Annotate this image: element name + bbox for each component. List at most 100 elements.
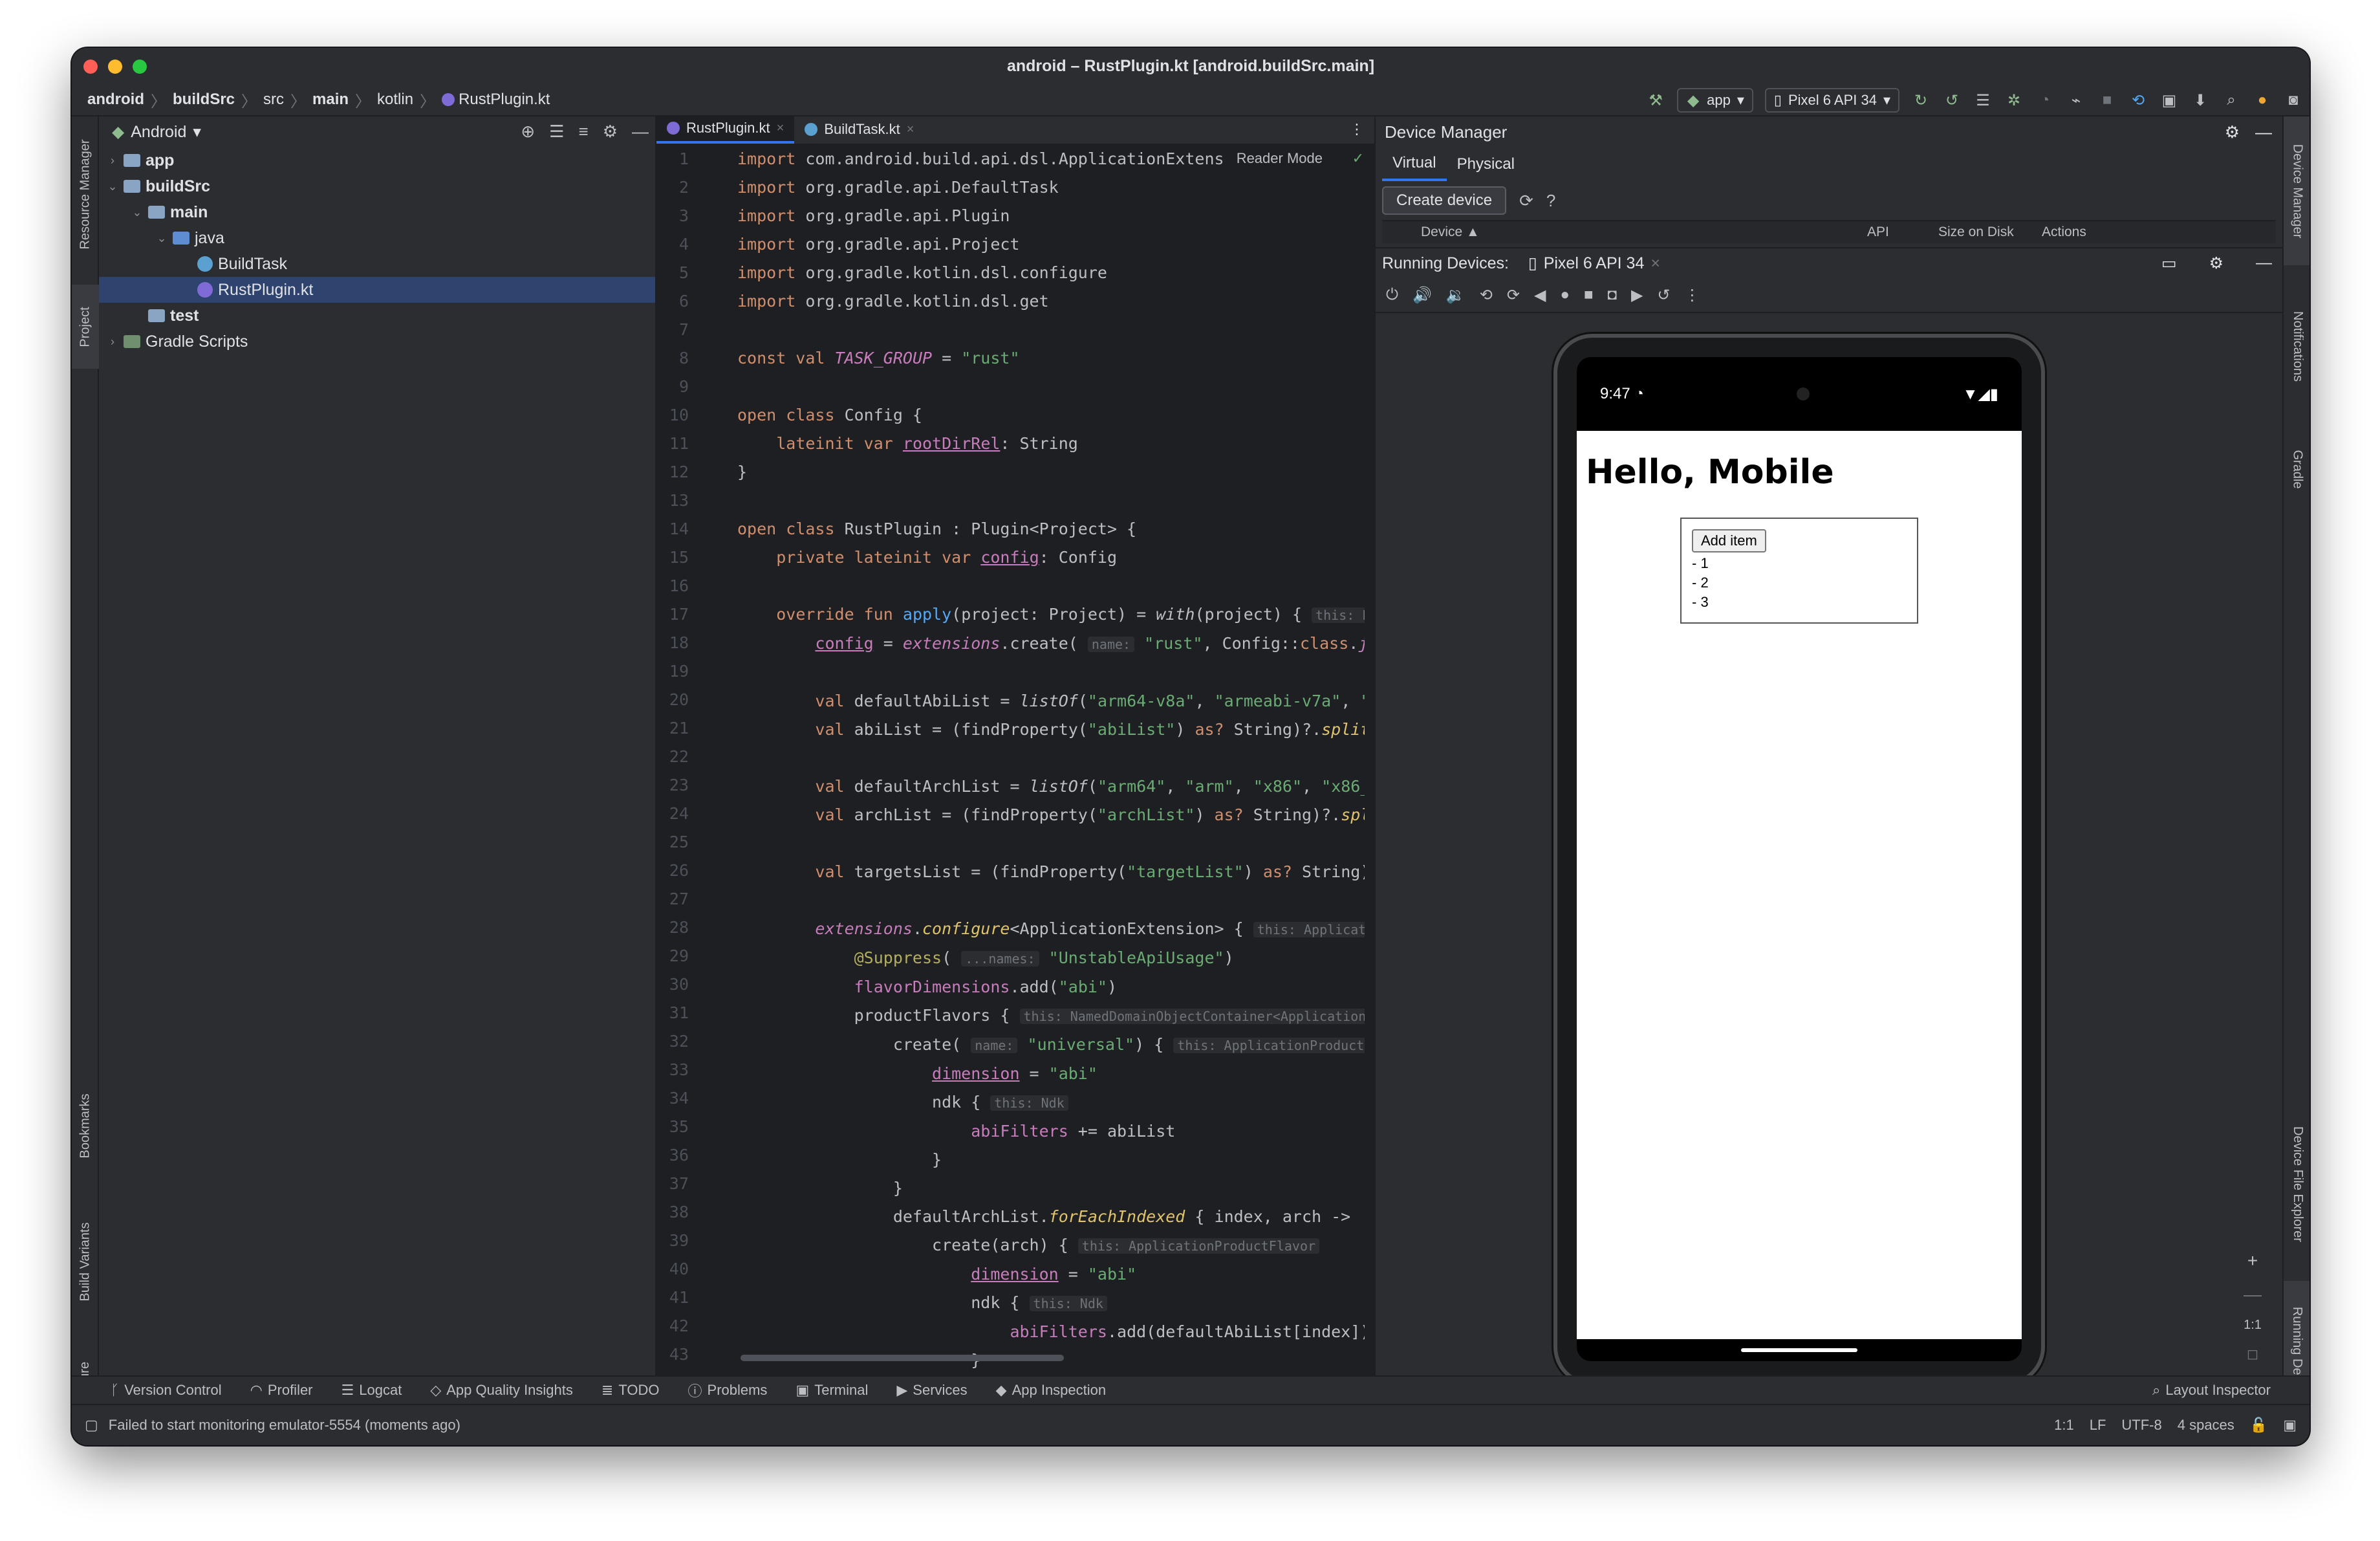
horizontal-scrollbar[interactable] <box>741 1355 1064 1361</box>
build-variants-tab[interactable]: Build Variants <box>72 1197 99 1326</box>
chevron-right-icon[interactable]: › <box>105 154 120 168</box>
tool-services[interactable]: ▶ Services <box>896 1382 967 1399</box>
zoom-actual-button[interactable]: 1:1 <box>2244 1318 2262 1333</box>
profile-icon[interactable]: ◔ <box>2035 91 2055 110</box>
chevron-down-icon[interactable]: ⌄ <box>130 206 144 219</box>
create-device-button[interactable]: Create device <box>1382 186 1507 215</box>
tool-app-inspection[interactable]: ◆ App Inspection <box>996 1382 1106 1399</box>
volume-up-icon[interactable]: 🔊 <box>1412 286 1432 305</box>
rotate-left-icon[interactable]: ⟲ <box>1480 286 1493 305</box>
tree-item-test[interactable]: test <box>99 303 655 329</box>
running-device-tab[interactable]: ▯ Pixel 6 API 34 × <box>1528 254 1660 273</box>
logcat-icon[interactable]: ☰ <box>1973 91 1993 110</box>
project-tab[interactable]: Project <box>72 285 99 369</box>
indent-setting[interactable]: 4 spaces <box>2178 1417 2234 1434</box>
apply-changes-icon[interactable]: ↺ <box>1942 91 1962 110</box>
breadcrumb-item[interactable]: buildSrc <box>173 91 235 109</box>
expand-all-icon[interactable]: ☰ <box>549 122 564 142</box>
tool-version-control[interactable]: ᚴ Version Control <box>111 1382 222 1399</box>
zoom-out-button[interactable]: — <box>2244 1284 2262 1305</box>
zoom-window-button[interactable] <box>133 60 147 74</box>
device-manager-icon[interactable]: ▣ <box>2159 91 2179 110</box>
tool-problems[interactable]: ⓘ Problems <box>688 1380 768 1401</box>
lock-icon[interactable]: 🔓 <box>2250 1417 2267 1434</box>
gear-icon[interactable]: ⚙ <box>603 122 618 142</box>
chevron-right-icon[interactable]: › <box>105 335 120 349</box>
avatar[interactable]: ◙ <box>2284 91 2303 110</box>
tool-terminal[interactable]: ▣ Terminal <box>795 1382 868 1399</box>
help-icon[interactable]: ? <box>1546 191 1555 211</box>
tool-logcat[interactable]: ☰ Logcat <box>341 1382 402 1399</box>
breadcrumb-item[interactable]: android <box>87 91 144 109</box>
tree-item-buildtask[interactable]: BuildTask <box>99 251 655 277</box>
more-icon[interactable]: ⋮ <box>1685 286 1700 305</box>
breadcrumb-item[interactable]: main <box>312 91 349 109</box>
back-icon[interactable]: ◀ <box>1534 286 1546 305</box>
tab-rustplugin[interactable]: RustPlugin.kt × <box>656 115 795 144</box>
breadcrumb-item[interactable]: kotlin <box>377 91 413 109</box>
breadcrumb-item[interactable]: src <box>263 91 284 109</box>
tool-profiler[interactable]: ◠ Profiler <box>250 1382 313 1399</box>
tree-item-rustplugin[interactable]: RustPlugin.kt <box>99 277 655 303</box>
tab-buildtask[interactable]: BuildTask.kt × <box>794 115 924 144</box>
build-hammer-icon[interactable]: ⚒ <box>1646 91 1665 110</box>
debug-bug-icon[interactable]: ✲ <box>2004 91 2024 110</box>
column-size[interactable]: Size on Disk <box>1938 224 2042 240</box>
tool-app-quality-insights[interactable]: ◇ App Quality Insights <box>430 1382 573 1399</box>
hide-icon[interactable]: — <box>2255 122 2272 142</box>
tool-todo[interactable]: ≣ TODO <box>601 1382 660 1399</box>
gesture-nav-bar[interactable] <box>1741 1348 1857 1352</box>
refresh-icon[interactable]: ⟳ <box>1519 191 1533 211</box>
line-separator[interactable]: LF <box>2090 1417 2106 1434</box>
sync-gradle-icon[interactable]: ⟲ <box>2128 91 2148 110</box>
close-window-button[interactable] <box>83 60 98 74</box>
search-icon[interactable]: ⌕ <box>2222 91 2241 110</box>
tab-physical[interactable]: Physical <box>1447 148 1525 181</box>
project-view-selector[interactable]: Android <box>131 123 186 142</box>
power-icon[interactable]: ⏻ <box>1386 286 1398 304</box>
run-config-selector[interactable]: ◆ app ▾ <box>1677 88 1753 113</box>
fit-screen-icon[interactable]: ◻ <box>2247 1346 2258 1362</box>
breadcrumb-item[interactable]: RustPlugin.kt <box>459 91 550 109</box>
attach-debugger-icon[interactable]: ⌁ <box>2066 91 2086 110</box>
collapse-all-icon[interactable]: ≡ <box>579 122 589 142</box>
device-manager-tab[interactable]: Device Manager <box>2284 116 2310 265</box>
add-item-button[interactable]: Add item <box>1692 529 1766 552</box>
window-icon[interactable]: ▭ <box>2161 254 2177 273</box>
gradle-tab[interactable]: Gradle <box>2284 427 2310 511</box>
rotate-right-icon[interactable]: ⟳ <box>1507 286 1520 305</box>
hide-icon[interactable]: — <box>632 122 649 142</box>
snapshot-icon[interactable]: ↺ <box>1657 286 1670 305</box>
status-message[interactable]: Failed to start monitoring emulator-5554… <box>109 1417 460 1434</box>
column-device[interactable]: Device ▲ <box>1421 224 1867 240</box>
chevron-down-icon[interactable]: ⌄ <box>155 232 169 245</box>
overview-icon[interactable]: ■ <box>1584 286 1594 304</box>
chevron-down-icon[interactable]: ▾ <box>193 122 201 142</box>
chevron-down-icon[interactable]: ⌄ <box>105 180 120 193</box>
device-file-explorer-tab[interactable]: Device File Explorer <box>2284 1100 2310 1268</box>
phone-screen[interactable]: 9:47 ◔ ▼◢▮ Hello, Mobile Add item - 1 - … <box>1577 357 2022 1361</box>
rerun-icon[interactable]: ↻ <box>1911 91 1931 110</box>
bookmarks-tab[interactable]: Bookmarks <box>72 1074 99 1177</box>
zoom-in-button[interactable]: + <box>2247 1251 2258 1271</box>
file-encoding[interactable]: UTF-8 <box>2121 1417 2161 1434</box>
resource-manager-tab[interactable]: Resource Manager <box>72 129 99 259</box>
close-icon[interactable]: × <box>1650 254 1660 273</box>
home-icon[interactable]: ● <box>1560 286 1570 304</box>
code-lines[interactable]: import com.android.build.api.dsl.Applica… <box>737 145 1365 1375</box>
record-icon[interactable]: ▶ <box>1631 286 1643 305</box>
tree-item-java[interactable]: ⌄ java <box>99 225 655 251</box>
tool-layout-inspector[interactable]: ⌕ Layout Inspector <box>2152 1382 2271 1399</box>
tree-item-buildsrc[interactable]: ⌄ buildSrc <box>99 173 655 199</box>
close-icon[interactable]: × <box>777 121 784 136</box>
sdk-manager-icon[interactable]: ⬇ <box>2191 91 2210 110</box>
caret-position[interactable]: 1:1 <box>2054 1417 2074 1434</box>
more-tabs-icon[interactable]: ⋮ <box>1339 115 1374 144</box>
tab-virtual[interactable]: Virtual <box>1382 148 1447 181</box>
memory-icon[interactable]: ▣ <box>2283 1417 2297 1434</box>
camera-icon[interactable]: ◘ <box>1607 286 1617 304</box>
column-api[interactable]: API <box>1867 224 1938 240</box>
volume-down-icon[interactable]: 🔉 <box>1446 286 1466 305</box>
locate-icon[interactable]: ⊕ <box>521 122 535 142</box>
notifications-tab[interactable]: Notifications <box>2284 278 2310 414</box>
